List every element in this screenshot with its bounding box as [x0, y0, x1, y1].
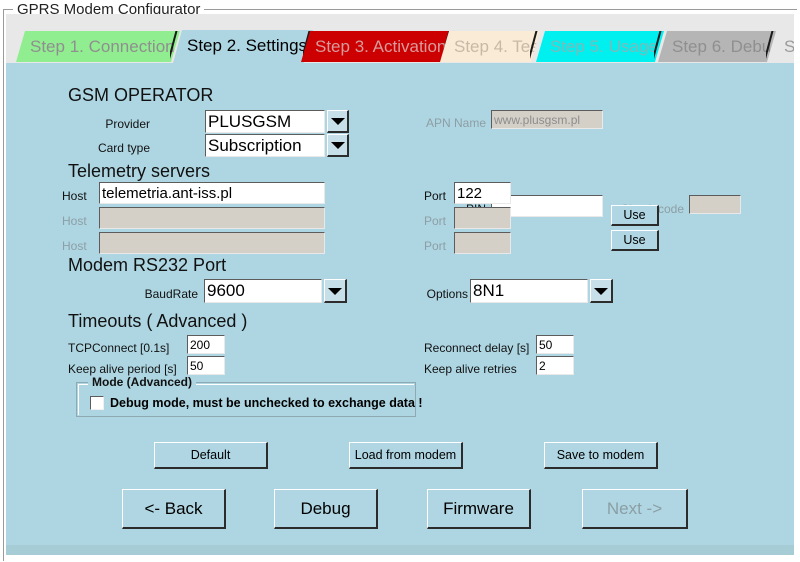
keepalive-retries-input[interactable]	[536, 356, 574, 375]
keepalive-retries-label: Keep alive retries	[424, 362, 517, 376]
card-type-input[interactable]	[205, 134, 325, 157]
host-label-2: Host	[62, 214, 87, 228]
reconnect-delay-input[interactable]	[536, 335, 574, 354]
host-input-2	[99, 207, 325, 229]
chevron-down-icon	[594, 287, 608, 295]
tab-label: Step 4. Test	[454, 37, 540, 56]
save-to-modem-button[interactable]: Save to modem	[544, 442, 658, 469]
tab-1[interactable]: Step 1. Connection	[16, 31, 180, 62]
load-from-modem-button[interactable]: Load from modem	[349, 442, 463, 469]
port-input-1[interactable]	[454, 182, 511, 204]
tab-3[interactable]: Step 3. Activation	[301, 31, 453, 62]
next-button: Next ->	[582, 489, 688, 529]
card-type-label: Card type	[97, 141, 150, 155]
tab-label: Step 5. Usage	[550, 37, 658, 56]
options-dropdown-button[interactable]	[590, 279, 613, 303]
apn-name-label: APN Name	[425, 116, 486, 130]
tab-label: St	[784, 37, 794, 56]
firmware-button[interactable]: Firmware	[427, 489, 531, 529]
tab-5[interactable]: Step 5. Usage	[536, 31, 664, 62]
chevron-down-icon	[328, 287, 342, 295]
port-label-1: Port	[424, 189, 447, 203]
options-input[interactable]	[470, 279, 588, 303]
tab-4[interactable]: Step 4. Test	[440, 31, 540, 62]
telemetry-heading: Telemetry servers	[68, 161, 211, 181]
options-label: Options	[426, 287, 468, 301]
window-frame-top-rule	[209, 9, 797, 10]
debug-mode-checkbox[interactable]	[90, 396, 104, 410]
gsm-operator-heading: GSM OPERATOR	[68, 85, 214, 105]
mode-group-legend: Mode (Advanced)	[88, 376, 197, 389]
tab-label: Step 2. Settings	[187, 36, 308, 55]
chevron-down-icon	[330, 142, 345, 149]
provider-input[interactable]	[205, 110, 325, 133]
port-input-3	[454, 232, 511, 254]
host-label-1: Host	[62, 189, 87, 203]
reconnect-delay-label: Reconnect delay [s]	[424, 341, 530, 355]
chevron-down-icon	[330, 118, 345, 125]
keepalive-period-input[interactable]	[187, 356, 225, 375]
provider-dropdown-button[interactable]	[327, 110, 349, 133]
apn-name-input	[491, 110, 603, 129]
baudrate-label: BaudRate	[144, 287, 198, 301]
debug-button[interactable]: Debug	[274, 489, 378, 529]
tab-6[interactable]: Step 6. Debug	[658, 31, 776, 62]
keepalive-period-label: Keep alive period [s]	[68, 362, 177, 376]
provider-label: Provider	[105, 117, 150, 131]
use-button-1[interactable]: Use	[611, 205, 659, 226]
baudrate-dropdown-button[interactable]	[324, 279, 347, 303]
tab-label: Step 1. Connection	[30, 37, 175, 56]
rs232-heading: Modem RS232 Port	[68, 255, 227, 275]
back-button[interactable]: <- Back	[122, 489, 226, 529]
tab-2[interactable]: Step 2. Settings	[173, 30, 313, 63]
port-input-2	[454, 207, 511, 229]
host-input-3	[99, 232, 325, 254]
tab-label: Step 3. Activation	[315, 37, 447, 56]
settings-panel: GSM OPERATOR Provider Card type APN Name…	[6, 63, 794, 545]
tab-strip: Step 1. Connection Step 2. Settings Step 3…	[6, 14, 794, 63]
tcpconnect-label: TCPConnect [0.1s]	[68, 341, 170, 355]
default-button[interactable]: Default	[154, 442, 268, 469]
host-input-1[interactable]	[99, 182, 325, 204]
debug-mode-label: Debug mode, must be unchecked to exchang…	[110, 396, 423, 410]
port-label-3: Port	[424, 239, 447, 253]
port-label-2: Port	[424, 214, 447, 228]
card-type-dropdown-button[interactable]	[327, 134, 349, 157]
host-label-3: Host	[62, 239, 87, 253]
app-window: GPRS Modem Configurator Step 1. Connecti…	[0, 0, 800, 562]
check-code-input	[689, 195, 741, 214]
use-button-2[interactable]: Use	[611, 230, 659, 251]
panel-bottom-strip	[6, 545, 794, 555]
baudrate-input[interactable]	[204, 279, 322, 303]
tcpconnect-input[interactable]	[187, 335, 225, 354]
tab-label: Step 6. Debug	[672, 37, 776, 56]
timeouts-heading: Timeouts ( Advanced )	[68, 311, 248, 331]
